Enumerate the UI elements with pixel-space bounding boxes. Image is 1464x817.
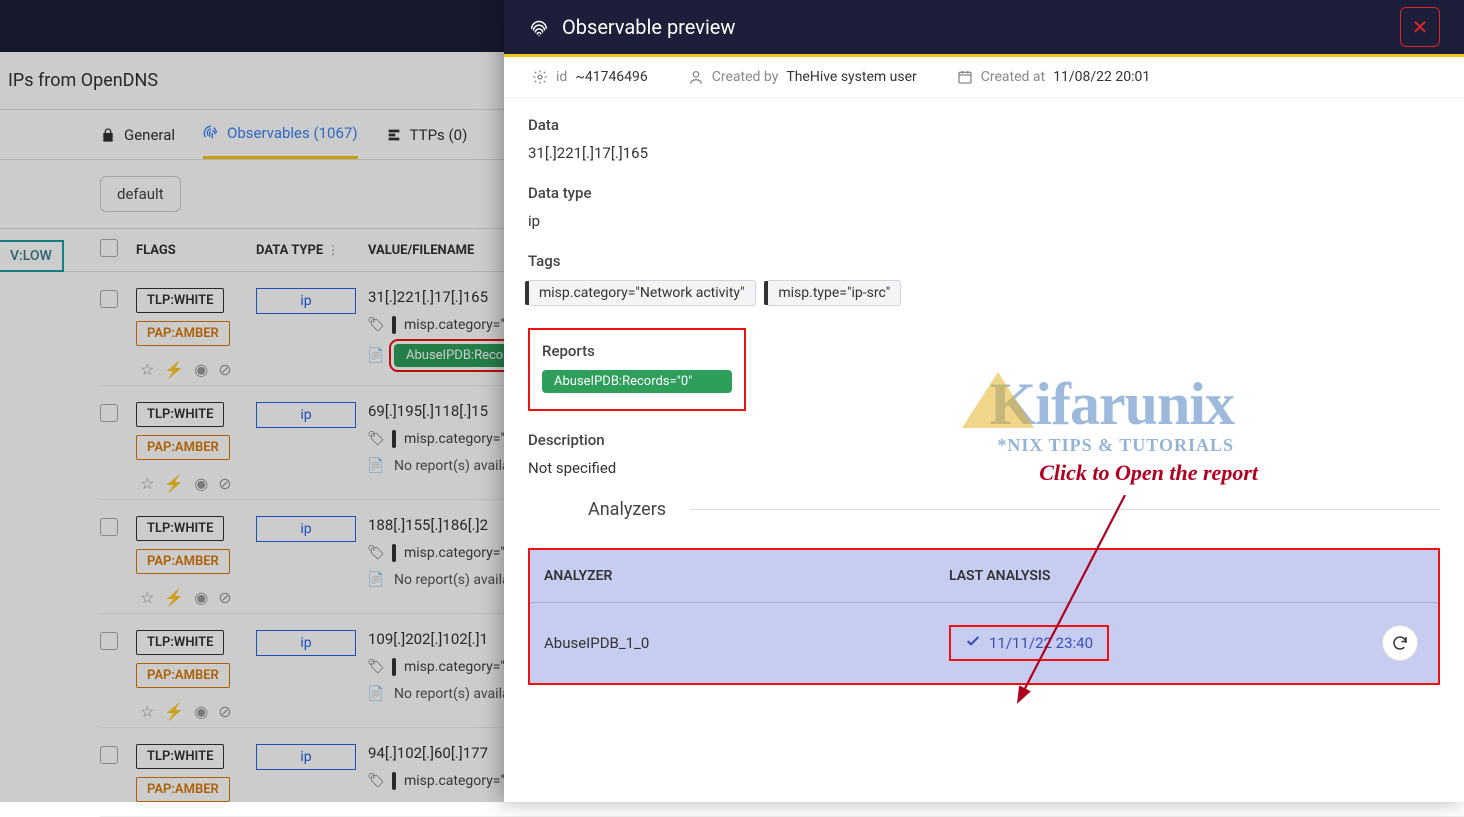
tag-chip[interactable]: misp.category="Network activity" bbox=[528, 280, 756, 306]
createdat-label: Created at bbox=[981, 69, 1045, 85]
datatype-label: Data type bbox=[528, 184, 1440, 202]
observable-preview-panel: Observable preview ✕ id ~41746496 Create… bbox=[504, 0, 1464, 802]
description-label: Description bbox=[528, 431, 1440, 449]
gear-icon bbox=[532, 69, 548, 85]
analyzers-table: ANALYZER LAST ANALYSIS AbuseIPDB_1_0 11/… bbox=[528, 548, 1440, 685]
id-value: ~41746496 bbox=[575, 69, 647, 85]
meta-bar: id ~41746496 Created by TheHive system u… bbox=[504, 57, 1464, 98]
data-label: Data bbox=[528, 116, 1440, 134]
last-analysis-date: 11/11/22 23:40 bbox=[989, 634, 1093, 652]
refresh-button[interactable] bbox=[1382, 625, 1418, 661]
analyzers-heading: Analyzers bbox=[528, 499, 666, 520]
last-analysis-link[interactable]: 11/11/22 23:40 bbox=[949, 625, 1109, 661]
createdby-value: TheHive system user bbox=[786, 69, 916, 85]
datatype-value: ip bbox=[528, 212, 1440, 230]
analyzer-name: AbuseIPDB_1_0 bbox=[530, 612, 935, 674]
close-button[interactable]: ✕ bbox=[1400, 7, 1440, 47]
check-icon bbox=[965, 633, 981, 653]
createdat-value: 11/08/22 20:01 bbox=[1053, 69, 1150, 85]
fingerprint-icon bbox=[528, 16, 550, 38]
th-analyzer: ANALYZER bbox=[530, 550, 935, 602]
user-icon bbox=[688, 69, 704, 85]
close-icon: ✕ bbox=[1412, 15, 1429, 39]
report-pill[interactable]: AbuseIPDB:Records="0" bbox=[542, 370, 732, 393]
description-value: Not specified bbox=[528, 459, 1440, 477]
th-last-analysis: LAST ANALYSIS bbox=[935, 550, 1345, 602]
panel-title-text: Observable preview bbox=[562, 15, 735, 39]
annotation-text: Click to Open the report bbox=[1039, 460, 1258, 486]
calendar-icon bbox=[957, 69, 973, 85]
createdby-label: Created by bbox=[712, 69, 779, 85]
tags-label: Tags bbox=[528, 252, 1440, 270]
id-label: id bbox=[556, 69, 567, 85]
data-value: 31[.]221[.]17[.]165 bbox=[528, 144, 1440, 162]
tag-chip[interactable]: misp.type="ip-src" bbox=[767, 280, 901, 306]
reports-section: Reports AbuseIPDB:Records="0" bbox=[528, 328, 746, 411]
reports-label: Reports bbox=[542, 342, 732, 360]
analyzer-row: AbuseIPDB_1_0 11/11/22 23:40 bbox=[530, 603, 1438, 683]
